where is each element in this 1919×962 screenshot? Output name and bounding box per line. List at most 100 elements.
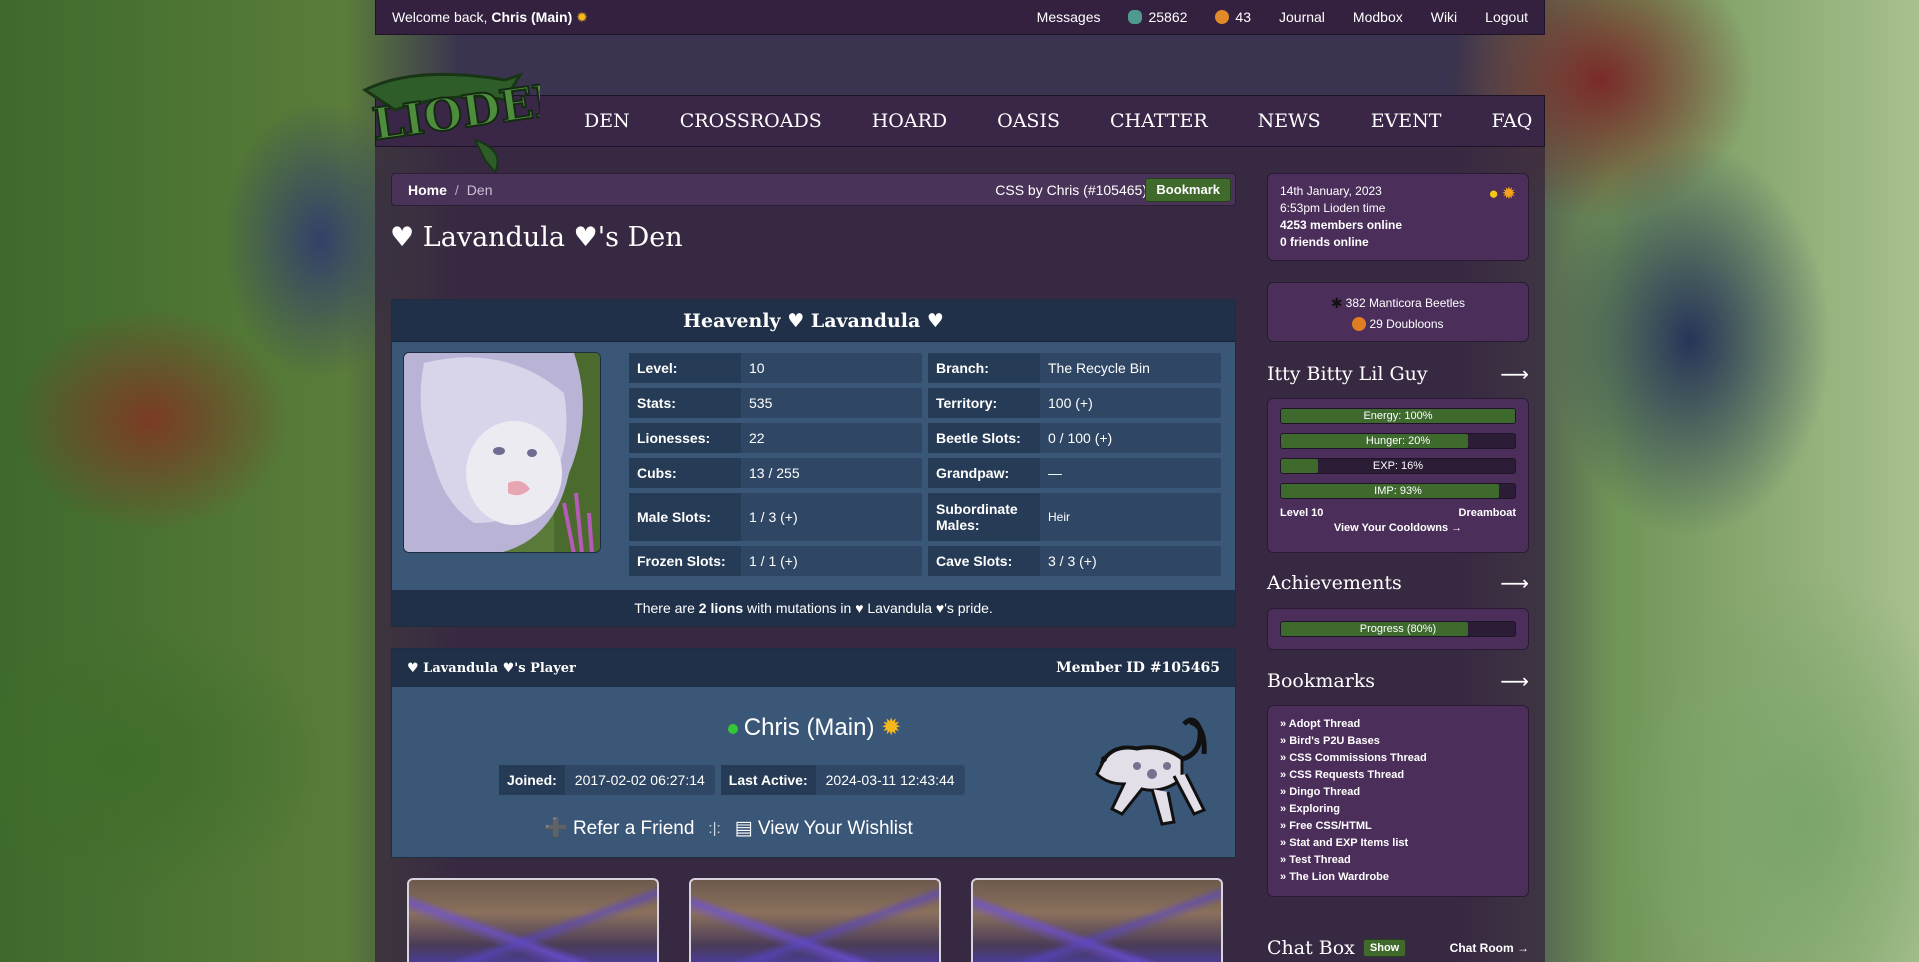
energy-bar: Energy: 100% (1280, 408, 1516, 424)
bar-label: IMP: 93% (1374, 485, 1422, 497)
wiki-link[interactable]: Wiki (1431, 9, 1457, 25)
joined-value: 2017-02-02 06:27:14 (574, 772, 705, 788)
beetles-line[interactable]: ✱ 382 Manticora Beetles (1331, 293, 1465, 313)
welcome-user-link[interactable]: Chris (Main) (491, 9, 572, 25)
stat-branch: Branch: The Recycle Bin (928, 353, 1221, 383)
stat-label: Subordinate Males: (928, 493, 1040, 541)
sun-icon: ✹ (576, 8, 588, 25)
player-panel: ♥ Lavandula ♥'s Player Member ID #105465… (391, 648, 1236, 858)
player-dates: Joined: 2017-02-02 06:27:14 Last Active: 2… (499, 765, 965, 795)
nav-chatter[interactable]: CHATTER (1110, 110, 1208, 132)
bookmark-label: Free CSS/HTML (1289, 820, 1372, 832)
bookmark-button[interactable]: Bookmark (1145, 178, 1231, 202)
friends-online[interactable]: 0 friends online (1280, 235, 1369, 249)
nav-crossroads[interactable]: CROSSROADS (680, 110, 822, 132)
stat-value[interactable]: 1 / 1 (+) (741, 546, 922, 576)
main-nav: DEN CROSSROADS HOARD OASIS CHATTER NEWS … (375, 95, 1545, 147)
bar-label: Progress (80%) (1359, 623, 1437, 635)
last-active-label: Last Active: (720, 765, 816, 795)
doubloons-link[interactable]: 43 (1215, 9, 1251, 25)
arrow-right-icon[interactable]: ⟶ (1500, 571, 1529, 595)
breadcrumb-home[interactable]: Home (408, 182, 447, 198)
pet-title-row: Itty Bitty Lil Guy ⟶ (1267, 362, 1529, 386)
bookmark-item[interactable]: » Exploring (1280, 801, 1516, 818)
arrow-right-icon[interactable]: ⟶ (1500, 669, 1529, 693)
logout-link[interactable]: Logout (1485, 9, 1528, 25)
player-name-link[interactable]: Chris (Main) (744, 714, 875, 741)
nav-news[interactable]: NEWS (1258, 110, 1321, 132)
den-cave-card[interactable] (971, 878, 1223, 962)
bookmark-item[interactable]: » The Lion Wardrobe (1280, 869, 1516, 886)
bookmark-item[interactable]: » CSS Commissions Thread (1280, 750, 1516, 767)
sun-icon: ✹ (1501, 184, 1516, 203)
bookmark-item[interactable]: » Free CSS/HTML (1280, 818, 1516, 835)
bookmark-item[interactable]: » Dingo Thread (1280, 784, 1516, 801)
bookmark-label: CSS Commissions Thread (1289, 752, 1427, 764)
joined-pill: Joined: 2017-02-02 06:27:14 (499, 765, 715, 795)
doubloons-line[interactable]: 29 Doubloons (1352, 314, 1444, 334)
bar-label: EXP: 16% (1372, 460, 1424, 472)
stat-value[interactable]: 0 / 100 (+) (1040, 423, 1221, 453)
chat-room-link[interactable]: Chat Room → (1450, 941, 1529, 955)
nav-oasis[interactable]: OASIS (997, 110, 1060, 132)
stat-value[interactable]: The Recycle Bin (1040, 353, 1221, 383)
stat-value: — (1048, 465, 1062, 481)
stat-beetle-slots: Beetle Slots: 0 / 100 (+) (928, 423, 1221, 453)
document-icon: ▤ (734, 817, 753, 839)
chat-box-header: Chat Box Show Chat Room → (1267, 937, 1529, 959)
stat-value[interactable]: 3 / 3 (+) (1040, 546, 1221, 576)
time-widget: 14th January, 2023 6:53pm Lioden time 42… (1267, 173, 1529, 261)
bookmark-label: CSS Requests Thread (1289, 769, 1405, 781)
chat-show-button[interactable]: Show (1362, 939, 1407, 957)
refer-friend-link[interactable]: ➕ Refer a Friend (544, 816, 694, 840)
wishlist-label: View Your Wishlist (757, 817, 913, 839)
nav-faq[interactable]: FAQ (1491, 110, 1532, 132)
mutation-pre: There are (634, 600, 695, 616)
wishlist-link[interactable]: ▤ View Your Wishlist (735, 817, 913, 840)
den-stats-grid: Level: 10 Branch: The Recycle Bin Stats: 53… (629, 353, 1224, 576)
chat-box-title: Chat Box (1267, 937, 1355, 959)
lion-portrait[interactable] (403, 352, 601, 553)
bookmark-item[interactable]: » CSS Requests Thread (1280, 767, 1516, 784)
stat-territory: Territory: 100 (+) (928, 388, 1221, 418)
nav-den[interactable]: DEN (584, 110, 630, 132)
mutation-count: 2 lions (698, 600, 744, 616)
den-cave-card[interactable] (407, 878, 659, 962)
bookmark-label: Adopt Thread (1288, 718, 1361, 730)
stat-value[interactable]: 1 / 3 (+) (741, 493, 922, 541)
pet-title[interactable]: Itty Bitty Lil Guy (1267, 363, 1428, 385)
nav-hoard[interactable]: HOARD (872, 110, 947, 132)
breadcrumb-current: Den (466, 181, 493, 198)
bookmark-label: Dingo Thread (1289, 786, 1361, 798)
achievements-title[interactable]: Achievements (1267, 572, 1402, 594)
beetles-link[interactable]: 25862 (1128, 9, 1187, 25)
achievements-widget: Progress (80%) (1267, 608, 1529, 650)
lioden-logo[interactable]: LIODEN (355, 60, 540, 175)
stat-label: Lionesses: (629, 423, 741, 453)
arrow-right-icon[interactable]: ⟶ (1500, 362, 1529, 386)
css-credit-link[interactable]: CSS by Chris (#105465) (995, 182, 1147, 198)
stat-label: Stats: (629, 388, 741, 418)
player-cub-sprite[interactable] (1082, 704, 1212, 834)
bookmark-item[interactable]: » Test Thread (1280, 852, 1516, 869)
stat-label: Branch: (928, 353, 1040, 383)
cooldowns-link[interactable]: View Your Cooldowns → (1280, 522, 1516, 534)
pet-level: Level 10 (1280, 507, 1324, 519)
members-online[interactable]: 4253 members online (1280, 218, 1402, 232)
bookmarks-title[interactable]: Bookmarks (1267, 670, 1375, 692)
journal-link[interactable]: Journal (1279, 9, 1325, 25)
bookmark-item[interactable]: » Stat and EXP Items list (1280, 835, 1516, 852)
refer-friend-label: Refer a Friend (572, 818, 695, 839)
doubloons-count: 43 (1235, 9, 1251, 25)
exp-bar: EXP: 16% (1280, 458, 1516, 474)
nav-event[interactable]: EVENT (1371, 110, 1442, 132)
stat-value[interactable]: 100 (+) (1040, 388, 1221, 418)
bookmarks-widget: » Adopt Thread » Bird's P2U Bases » CSS … (1267, 705, 1529, 897)
bookmark-item[interactable]: » Adopt Thread (1280, 716, 1516, 733)
den-cave-card[interactable] (689, 878, 941, 962)
weather-icons: ● ✹ (1488, 185, 1516, 202)
messages-link[interactable]: Messages (1037, 9, 1101, 25)
bookmark-item[interactable]: » Bird's P2U Bases (1280, 733, 1516, 750)
modbox-link[interactable]: Modbox (1353, 9, 1403, 25)
stat-level: Level: 10 (629, 353, 922, 383)
